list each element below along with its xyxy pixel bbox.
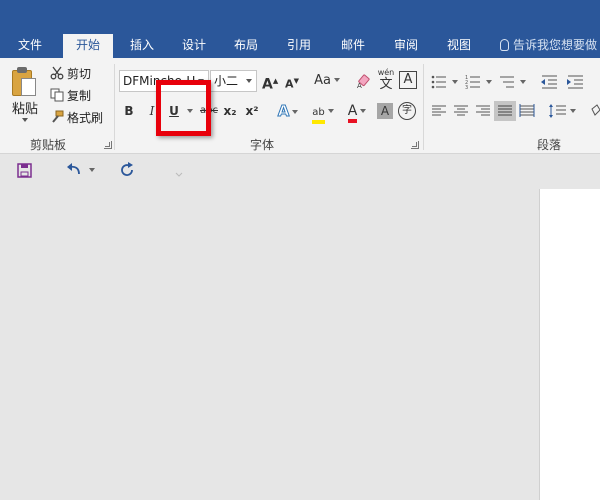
bullets-button[interactable] (431, 74, 461, 90)
decrease-indent-icon (541, 75, 557, 89)
align-left-icon (432, 105, 446, 116)
tab-design[interactable]: 设计 (172, 34, 216, 58)
chevron-down-icon (360, 109, 367, 113)
cut-button[interactable]: 剪切 (50, 65, 91, 83)
chevron-down-icon (246, 79, 252, 83)
font-color-button[interactable]: A (342, 100, 372, 123)
font-size-value: 小二 (214, 74, 239, 88)
tab-review[interactable]: 审阅 (384, 34, 428, 58)
lightbulb-icon (500, 39, 509, 51)
increase-indent-icon (567, 75, 583, 89)
multilevel-list-button[interactable] (499, 74, 529, 90)
tab-references[interactable]: 引用 (277, 34, 321, 58)
save-icon (17, 163, 32, 178)
paste-icon (12, 66, 36, 96)
undo-button[interactable] (66, 162, 98, 178)
line-spacing-icon (549, 104, 576, 118)
clear-formatting-button[interactable]: A (355, 70, 373, 92)
chevron-down-icon (186, 109, 193, 113)
scissors-icon (50, 66, 64, 80)
underline-button[interactable]: U (166, 100, 196, 122)
tab-layout[interactable]: 布局 (224, 34, 268, 58)
character-shading-button[interactable]: A (377, 103, 393, 119)
bullet-list-icon (431, 75, 458, 89)
numbering-button[interactable]: 123 (465, 74, 495, 91)
chevron-down-icon (198, 79, 204, 83)
save-button[interactable] (17, 163, 32, 178)
grow-font-button[interactable]: A▲ (262, 70, 278, 93)
distributed-icon (519, 104, 535, 117)
quick-access-toolbar (0, 155, 600, 185)
align-left-button[interactable] (431, 104, 447, 118)
paintbrush-icon (50, 110, 64, 124)
clipboard-group-label: 剪贴板 (30, 138, 67, 152)
enclose-characters-button[interactable]: 字 (398, 102, 416, 120)
copy-icon (50, 88, 64, 102)
copy-button[interactable]: 复制 (50, 87, 91, 105)
distributed-button[interactable] (519, 104, 535, 118)
strikethrough-button[interactable]: abc (199, 100, 219, 122)
chevron-down-icon (22, 118, 28, 122)
shrink-font-button[interactable]: A▼ (284, 70, 300, 92)
font-launcher-icon[interactable] (411, 141, 419, 149)
justify-button[interactable] (494, 101, 516, 121)
group-divider (114, 64, 115, 150)
chevron-down-icon (292, 110, 299, 114)
format-painter-button[interactable]: 格式刷 (50, 109, 103, 127)
italic-button[interactable]: I (145, 100, 159, 122)
change-case-button[interactable]: Aa (312, 70, 342, 92)
superscript-button[interactable]: x² (244, 100, 260, 122)
font-name-input[interactable]: DFMincho-U (119, 70, 209, 92)
character-border-button[interactable]: A (399, 71, 417, 89)
font-size-input[interactable]: 小二 (210, 70, 257, 92)
customize-qat-button[interactable] (175, 167, 183, 177)
format-painter-label: 格式刷 (67, 111, 104, 125)
svg-text:3: 3 (465, 85, 468, 90)
decrease-indent-button[interactable] (540, 74, 558, 90)
ribbon-tabs: 文件 开始 插入 设计 布局 引用 邮件 审阅 视图 告诉我您想要做 (0, 34, 600, 58)
tell-me-search[interactable]: 告诉我您想要做 (500, 34, 597, 58)
increase-indent-button[interactable] (566, 74, 584, 90)
paint-bucket-icon (591, 104, 600, 116)
copy-label: 复制 (67, 89, 92, 103)
shading-button-partial[interactable] (590, 103, 600, 119)
ribbon-home: 粘贴 剪切 复制 格式刷 剪贴板 DFMincho-U 小二 A▲ A▼ Aa … (0, 58, 600, 154)
align-right-button[interactable] (475, 104, 491, 118)
chevron-down-icon (175, 172, 183, 177)
undo-icon (67, 163, 95, 175)
svg-text:A: A (357, 82, 362, 89)
group-divider (423, 64, 424, 150)
align-center-button[interactable] (453, 104, 469, 118)
font-group-label: 字体 (250, 138, 275, 152)
redo-icon (121, 162, 133, 176)
align-center-icon (454, 105, 468, 116)
title-bar (0, 0, 600, 34)
font-name-value: DFMincho-U (123, 74, 196, 88)
clipboard-launcher-icon[interactable] (104, 141, 112, 149)
document-page[interactable] (539, 189, 600, 500)
tab-insert[interactable]: 插入 (120, 34, 164, 58)
multilevel-list-icon (500, 76, 526, 88)
text-effects-button[interactable]: A (274, 100, 302, 122)
tab-home[interactable]: 开始 (63, 34, 113, 58)
paste-label: 粘贴 (12, 102, 39, 117)
numbered-list-icon: 123 (465, 75, 492, 91)
eraser-icon: A (357, 74, 370, 90)
justify-icon (498, 105, 512, 116)
bold-button[interactable]: B (122, 100, 136, 122)
tab-mailings[interactable]: 邮件 (331, 34, 375, 58)
paragraph-group-label: 段落 (537, 138, 562, 152)
line-spacing-button[interactable] (548, 103, 578, 119)
tab-view[interactable]: 视图 (437, 34, 481, 58)
tell-me-label: 告诉我您想要做 (513, 38, 598, 52)
subscript-button[interactable]: x₂ (222, 100, 238, 122)
redo-button[interactable] (120, 162, 136, 178)
highlight-color-button[interactable]: ab (308, 100, 338, 124)
phonetic-guide-button[interactable]: wén 文 (376, 68, 396, 92)
chevron-down-icon (333, 78, 340, 82)
align-right-icon (476, 105, 490, 116)
tab-file[interactable]: 文件 (8, 34, 52, 58)
chevron-down-icon (327, 109, 334, 113)
cut-label: 剪切 (67, 67, 92, 81)
